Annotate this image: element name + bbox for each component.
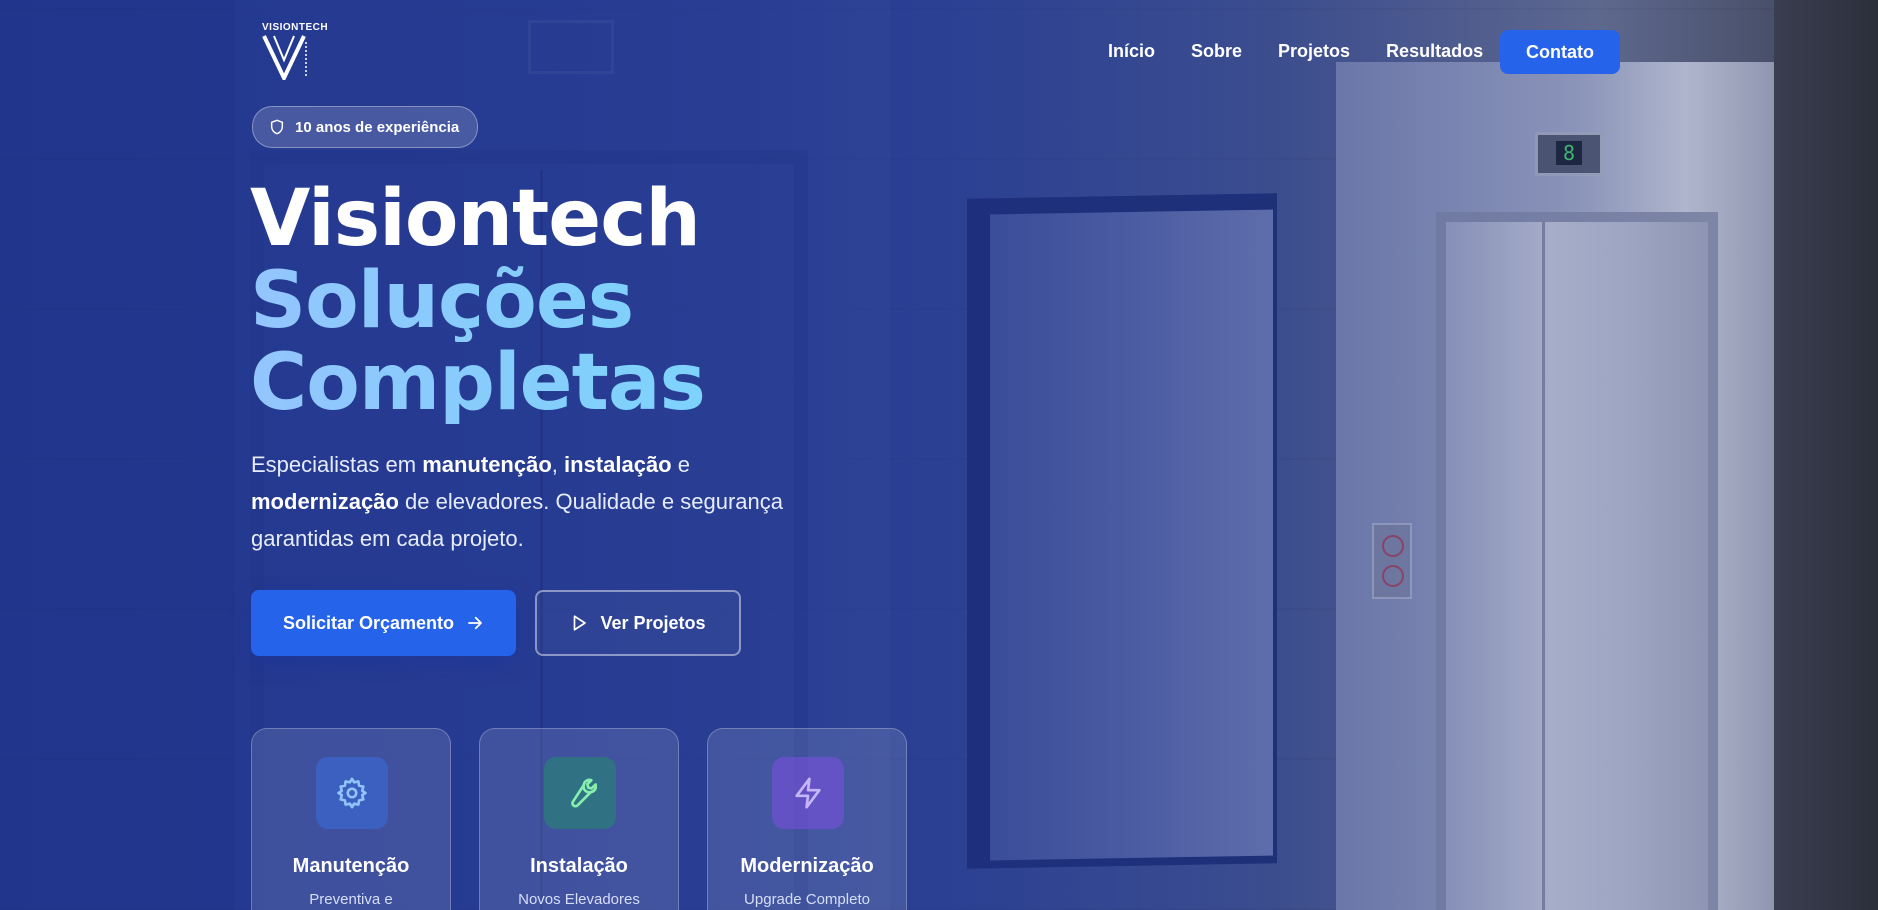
hero-description: Especialistas em manutenção, instalação … [251, 452, 783, 551]
logo[interactable]: VISIONTECH [258, 22, 328, 80]
keyword-modernizacao: modernização [251, 489, 399, 514]
view-projects-label: Ver Projetos [600, 612, 706, 633]
request-quote-label: Solicitar Orçamento [282, 612, 455, 633]
hero-title-line-3: Completas [250, 338, 706, 428]
service-subtitle: Novos Elevadores [518, 891, 640, 908]
nav-link-projetos[interactable]: Projetos [1278, 41, 1350, 62]
keyword-manutencao: manutenção [422, 452, 552, 477]
shield-icon [270, 119, 284, 135]
wrench-icon [571, 778, 597, 808]
hero-title-line-1: Visiontech [250, 174, 701, 264]
main-navigation: Início Sobre Projetos Resultados [1108, 29, 1519, 73]
arrow-right-icon [468, 616, 482, 630]
gear-icon [337, 777, 367, 809]
nav-link-resultados[interactable]: Resultados [1386, 41, 1483, 62]
request-quote-button[interactable]: Solicitar Orçamento [251, 590, 516, 656]
play-icon [574, 615, 587, 631]
badge-text: 10 anos de experiência [295, 118, 460, 136]
nav-link-sobre[interactable]: Sobre [1191, 41, 1242, 62]
hero-title: Visiontech Soluções Completas [250, 174, 706, 428]
service-title: Instalação [530, 855, 628, 877]
service-title: Manutenção [292, 855, 410, 877]
service-subtitle: Upgrade Completo [744, 891, 870, 908]
hero-title-line-2: Soluções [250, 260, 705, 342]
service-card-instalacao[interactable]: Instalação Novos Elevadores [479, 728, 679, 910]
logo-v-mark [262, 35, 307, 80]
service-card-manutencao[interactable]: Manutenção Preventiva e [251, 728, 451, 910]
keyword-instalacao: instalação [564, 452, 672, 477]
service-subtitle: Preventiva e [309, 891, 393, 908]
hero-section: 8 VISIONTECH Início Sobre Projetos Resul… [0, 0, 1878, 910]
service-title: Modernização [740, 855, 874, 877]
nav-link-inicio[interactable]: Início [1108, 41, 1155, 62]
bolt-icon [795, 777, 821, 809]
experience-badge: 10 anos de experiência [252, 106, 479, 148]
service-card-modernizacao[interactable]: Modernização Upgrade Completo [707, 728, 907, 910]
contact-button[interactable]: Contato [1500, 30, 1620, 74]
view-projects-button[interactable]: Ver Projetos [535, 590, 741, 656]
